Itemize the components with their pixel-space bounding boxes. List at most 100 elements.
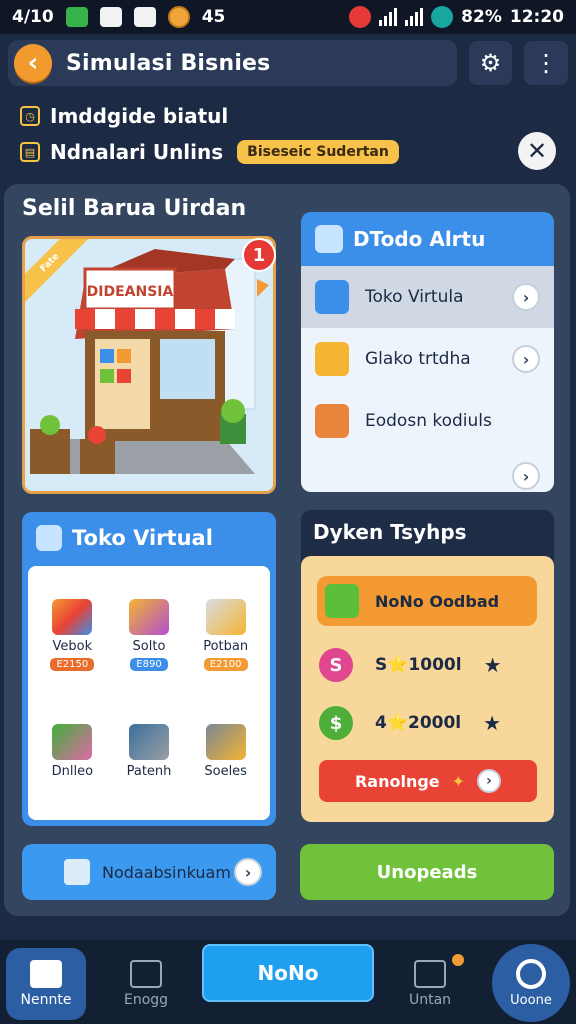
stats-body: NoNo Oodbad S S⭐1000l ★ $ 4⭐2000l ★ Rano…: [301, 556, 554, 822]
cart-icon: [128, 598, 169, 635]
sparkle-icon: ✦: [451, 771, 466, 791]
info-line-2-text: Ndnalari Unlins: [50, 140, 224, 164]
stat-row: S S⭐1000l ★: [319, 648, 502, 682]
more-vertical-icon: ⋮: [534, 49, 559, 77]
books-icon: [315, 404, 349, 438]
stats-top-button[interactable]: NoNo Oodbad: [317, 576, 537, 626]
stat-row: $ 4⭐2000l ★: [319, 706, 501, 740]
back-button[interactable]: ‹: [14, 44, 52, 82]
app-icon: [133, 7, 156, 27]
gear-icon: ⚙: [479, 49, 502, 77]
store-icon: [36, 525, 62, 551]
data-icon: [431, 6, 454, 28]
status-badge[interactable]: Biseseic Sudertan: [237, 140, 399, 164]
product-label: Vebok: [52, 638, 93, 654]
virtual-shop-card: Toko Virtual Vebok E2150 Solto E890 Potb…: [22, 512, 276, 826]
stats-top-button-label: NoNo Oodbad: [375, 591, 500, 611]
info-line-1-text: Imddgide biatul: [50, 104, 229, 128]
title-bar: ‹ Simulasi Bisnies: [8, 40, 457, 86]
upgrade-button[interactable]: Unopeads: [300, 844, 554, 900]
ticket-icon: [325, 584, 359, 618]
chevron-right-icon[interactable]: ›: [512, 283, 540, 311]
phone-icon: [65, 7, 88, 27]
nav-home-label: Nennte: [20, 992, 72, 1008]
shop-type-title: DTodo Alrtu: [353, 227, 486, 251]
secondary-action-button[interactable]: Nodaabsinkuam ›: [22, 844, 276, 900]
product-tile[interactable]: Solto E890: [111, 576, 188, 693]
virtual-shop-header: Toko Virtual: [22, 512, 276, 564]
shop-type-header: DTodo Alrtu: [301, 212, 554, 266]
grid-icon: [130, 960, 162, 988]
star-icon: ★: [483, 711, 502, 735]
nav-second[interactable]: Enogg: [106, 948, 186, 1020]
star-icon: ★: [483, 653, 502, 677]
clock-icon: ◷: [20, 106, 40, 126]
chevron-right-icon[interactable]: ›: [512, 462, 540, 490]
price-tag: E2150: [50, 657, 95, 671]
list-item-label: Glako trtdha: [365, 349, 471, 369]
coin-pink-icon: S: [319, 648, 353, 682]
ranking-button-label: Ranolnge: [354, 771, 440, 791]
close-button[interactable]: ✕: [518, 132, 556, 170]
list-item[interactable]: Toko Virtula ›: [301, 266, 554, 328]
shop-sign: DIDEANSIA: [87, 284, 174, 300]
nav-right-button[interactable]: Uoone: [492, 944, 570, 1022]
page-title: Simulasi Bisnies: [66, 50, 271, 76]
secondary-action-label: Nodaabsinkuam: [102, 862, 231, 882]
close-icon: ✕: [526, 137, 548, 165]
stat-value: 4⭐2000l: [375, 713, 462, 733]
shop-count-badge: 1: [242, 238, 276, 272]
product-tile[interactable]: Soeles: [187, 693, 264, 810]
status-clock: 12:20: [509, 7, 564, 27]
nav-home[interactable]: Nennte: [6, 948, 86, 1020]
cube-yellow-icon: [315, 342, 349, 376]
price-tag: E890: [130, 657, 168, 671]
stat-value: S⭐1000l: [375, 655, 462, 675]
home-icon: [30, 960, 62, 988]
shop-illustration[interactable]: Fate DIDEANSIA: [22, 236, 276, 494]
boxes-icon: [52, 598, 93, 635]
nav-right-label: Uoone: [510, 992, 552, 1008]
settings-button[interactable]: ⚙: [468, 41, 513, 85]
stats-card: Dyken Tsyhps NoNo Oodbad S S⭐1000l ★ $ 4…: [301, 510, 554, 822]
info-line-1: ◷ Imddgide biatul: [20, 104, 228, 128]
notification-dot: [452, 954, 464, 966]
info-line-2: ▤ Ndnalari Unlins Biseseic Sudertan: [20, 140, 399, 164]
more-button[interactable]: ⋮: [524, 41, 568, 85]
product-tile[interactable]: Dnlleo: [34, 693, 111, 810]
stats-header: Dyken Tsyhps: [313, 520, 467, 544]
nav-second-label: Enogg: [123, 992, 169, 1008]
chevron-right-icon: ›: [477, 769, 502, 793]
list-item-more[interactable]: ›: [301, 452, 554, 492]
calendar-icon: ▤: [20, 142, 40, 162]
signal-icon: [379, 8, 398, 26]
coin-green-icon: $: [319, 706, 353, 740]
chevron-right-icon[interactable]: ›: [512, 345, 540, 373]
list-item[interactable]: Eodosn kodiuls: [301, 390, 554, 452]
app-header: ‹ Simulasi Bisnies ⚙ ⋮: [8, 38, 568, 88]
product-tile[interactable]: Patenh: [111, 693, 188, 810]
product-grid: Vebok E2150 Solto E890 Potban E2100 Dnll…: [28, 566, 270, 820]
truck-icon: [205, 598, 246, 635]
product-label: Solto: [132, 638, 166, 654]
shop-art: DIDEANSIA: [25, 239, 273, 491]
product-tile[interactable]: Potban E2100: [187, 576, 264, 693]
list-item[interactable]: Glako trtdha ›: [301, 328, 554, 390]
product-tile[interactable]: Vebok E2150: [34, 576, 111, 693]
shop-type-panel: DTodo Alrtu Toko Virtula › Glako trtdha …: [301, 212, 554, 492]
package-icon: [64, 859, 90, 885]
price-tag: E2100: [203, 657, 248, 671]
chevron-left-icon: ‹: [27, 48, 39, 78]
notification-icon: [349, 6, 372, 28]
wifi-signal-icon: [405, 8, 424, 26]
battery-level: 82%: [461, 7, 502, 27]
nav-fourth-label: Untan: [408, 992, 452, 1008]
list-item-label: Eodosn kodiuls: [365, 411, 492, 431]
delivery-truck-icon: [128, 724, 169, 760]
coin-icon: [167, 6, 190, 28]
nav-center-button[interactable]: NoNo: [202, 944, 374, 1002]
gallery-icon: [99, 7, 122, 27]
product-label: Dnlleo: [51, 764, 94, 779]
product-label: Soeles: [204, 764, 247, 779]
ranking-button[interactable]: Ranolnge ✦ ›: [319, 760, 537, 802]
